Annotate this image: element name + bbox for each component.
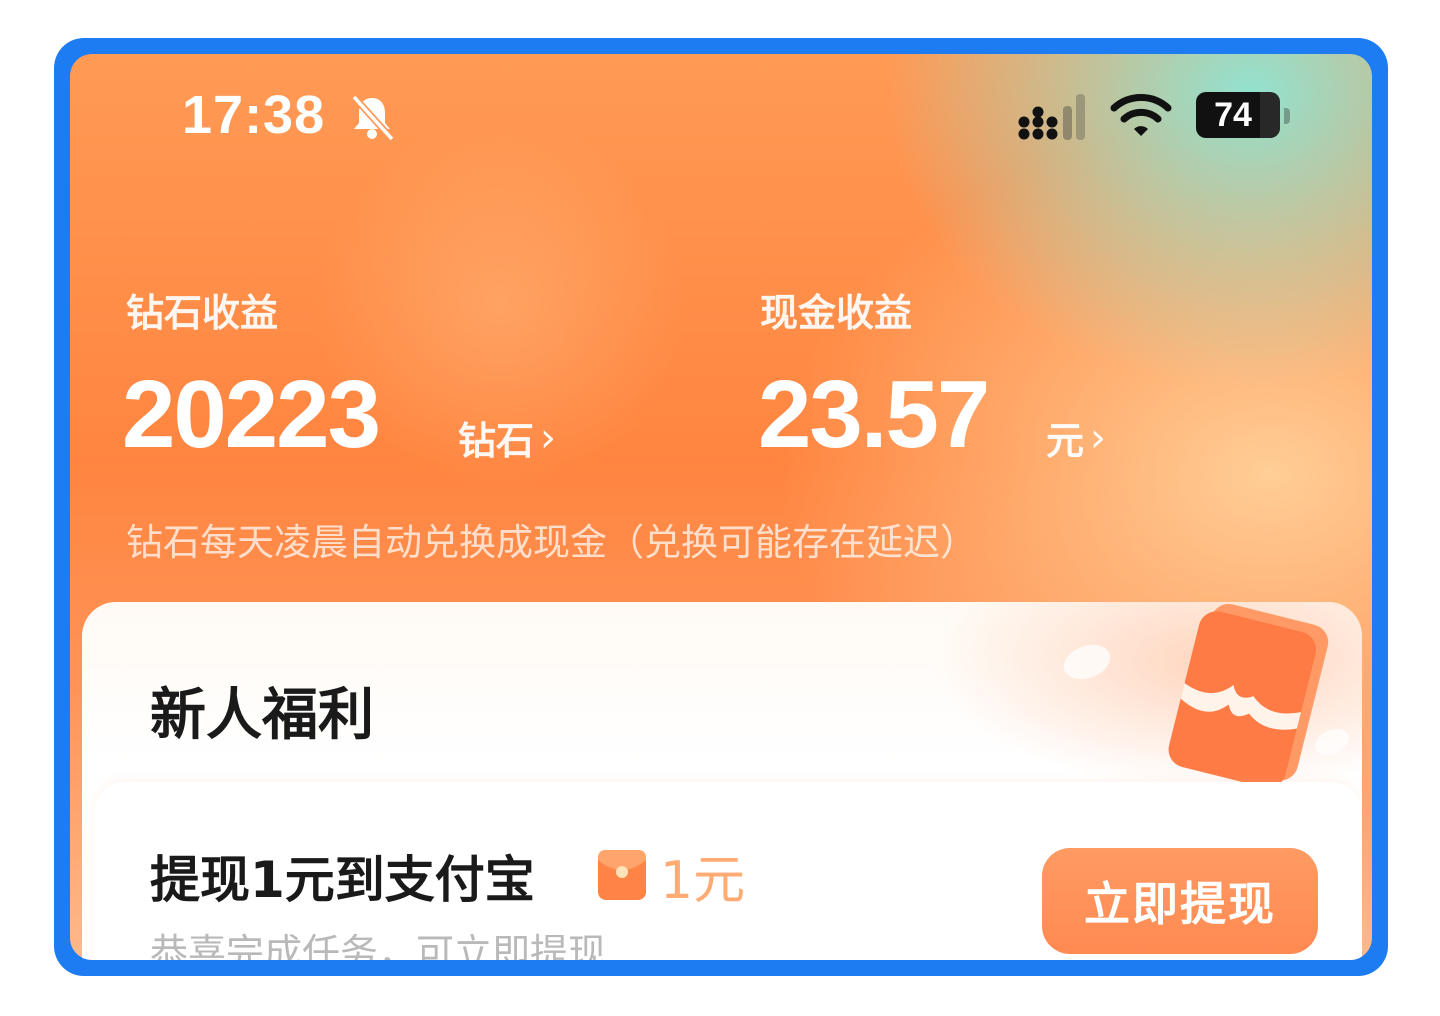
diamond-earnings-label: 钻石收益 — [126, 291, 279, 335]
exchange-note: 钻石每天凌晨自动兑换成现金（兑换可能存在延迟） — [126, 521, 977, 564]
chevron-right-icon: › — [1090, 414, 1107, 461]
status-time: 17:38 — [182, 85, 326, 145]
task-title: 提现1元到支付宝 — [150, 851, 535, 909]
cash-earnings-value[interactable]: 23.57 — [758, 360, 990, 470]
battery-icon: 74 — [1196, 92, 1280, 138]
diamond-unit: 钻石 — [458, 419, 535, 463]
cash-earnings-label: 现金收益 — [760, 291, 913, 335]
withdraw-now-button[interactable]: 立即提现 — [1042, 848, 1318, 954]
cash-earnings-link[interactable]: 元 › — [1046, 410, 1106, 465]
task-card: 提现1元到支付宝 1元 恭喜完成任务，可立即提现 立即提现 — [94, 782, 1362, 960]
battery-cap — [1284, 108, 1290, 124]
task-subtitle: 恭喜完成任务，可立即提现 — [150, 931, 607, 960]
signal-icon — [1018, 94, 1085, 140]
newcomer-benefits-card: 新人福利 提现1元到支付宝 1元 恭喜完成任务，可立即提现 立即提现 — [82, 602, 1362, 960]
wifi-icon — [1110, 94, 1172, 136]
newcomer-title: 新人福利 — [150, 683, 374, 748]
cash-unit: 元 — [1046, 419, 1085, 463]
diamond-earnings-value[interactable]: 20223 — [122, 360, 381, 470]
bell-muted-icon — [351, 94, 395, 142]
app-screen: 17:38 74 钻石收益 20223 钻石 › 现金收益 23.57 元 › — [70, 54, 1372, 960]
battery-level: 74 — [1214, 95, 1252, 134]
red-packet-icon — [598, 850, 646, 900]
chevron-right-icon: › — [540, 414, 557, 461]
diamond-earnings-link[interactable]: 钻石 › — [458, 410, 556, 465]
reward-amount: 1元 — [660, 851, 746, 911]
red-packet-illustration — [1063, 603, 1350, 788]
